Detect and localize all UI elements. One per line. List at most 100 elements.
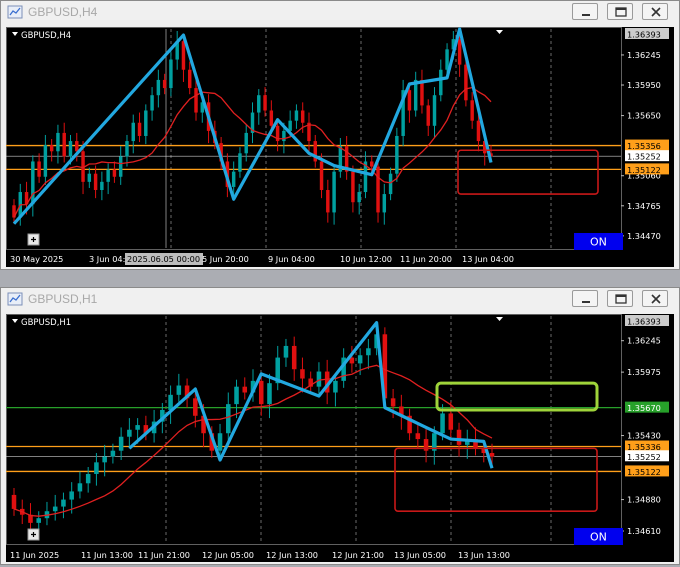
candle-body (366, 348, 371, 356)
time-axis-label: 12 Jun 21:00 (332, 550, 384, 560)
green-zone-rectangle[interactable] (435, 381, 599, 412)
price-axis-label: 1.35650 (627, 111, 661, 121)
candle-body (61, 499, 66, 507)
candle-body (258, 380, 264, 405)
candle-body (242, 386, 248, 393)
candle-body (333, 380, 338, 393)
time-axis-label: 11 Jun 13:00 (81, 550, 133, 560)
candle-body (395, 135, 399, 174)
chart-window-h1[interactable]: GBPUSD,H1 GBPUSD,H1 1.36245 1.35975 1.35430… (0, 287, 680, 565)
candle-body (234, 386, 239, 405)
minimize-button[interactable] (572, 3, 598, 20)
candle-body (162, 79, 167, 89)
red-zone-rectangle[interactable] (394, 447, 598, 513)
price-axis-label: 1.34610 (627, 526, 661, 536)
restore-button[interactable] (607, 290, 633, 307)
symbol-menu-icon[interactable] (12, 32, 18, 36)
candle-body (193, 398, 198, 416)
candle-body (263, 95, 267, 111)
candle-body (68, 141, 73, 157)
candle-body (282, 130, 286, 142)
chart-shift-marker-icon[interactable] (496, 30, 503, 34)
on-toggle-label: ON (590, 531, 607, 544)
candle-body (106, 169, 110, 182)
candle-body (238, 153, 242, 172)
candle-body (135, 425, 140, 430)
candle-body (169, 59, 173, 89)
candle-body (49, 145, 54, 152)
candle-body (102, 456, 107, 463)
candle-body (351, 171, 355, 203)
time-axis-label: 9 Jun 04:00 (268, 254, 315, 264)
time-axis-label: 12 Jun 13:00 (266, 550, 318, 560)
red-zone-rectangle[interactable] (457, 149, 599, 195)
candle-body (357, 355, 363, 364)
symbol-menu-icon[interactable] (12, 319, 18, 323)
window-title: GBPUSD,H4 (28, 5, 98, 19)
candle-body (440, 413, 445, 434)
candle-body (432, 95, 437, 126)
candle-body (118, 436, 124, 451)
candle-body (36, 518, 41, 523)
candle-body (319, 161, 324, 190)
time-axis-label: 30 May 2025 (10, 254, 63, 264)
candle-body (257, 95, 261, 113)
candle-body (464, 64, 468, 101)
time-axis-label: 2025.06.05 00:00 (127, 254, 200, 264)
candle-body (370, 161, 374, 167)
price-tag-label: 1.35122 (627, 165, 661, 175)
candle-body (448, 413, 454, 430)
chart-window-icon (7, 292, 23, 306)
time-axis-label: 13 Jun 04:00 (462, 254, 514, 264)
candle-body (445, 49, 449, 70)
chart-window-h4[interactable]: GBPUSD,H4 GBPUSD,H4 1.36245 1.35950 1.35650… (0, 0, 680, 270)
candle-body (357, 192, 361, 203)
candle-body (476, 120, 481, 142)
time-axis-label: 11 Jun 21:00 (138, 550, 190, 560)
chart-canvas-h1[interactable]: GBPUSD,H1 1.36245 1.35975 1.35430 1.34880 1.3… (6, 314, 674, 562)
candle-body (56, 132, 60, 152)
plot-frame (6, 314, 622, 545)
symbol-timeframe-label: GBPUSD,H1 (21, 318, 71, 328)
candle-body (390, 398, 396, 407)
candle-body (156, 79, 161, 96)
restore-button[interactable] (607, 3, 633, 20)
window-titlebar[interactable]: GBPUSD,H4 (1, 1, 679, 23)
candle-body (294, 110, 299, 121)
symbol-timeframe-label: GBPUSD,H4 (21, 31, 71, 41)
chart-canvas-h4[interactable]: GBPUSD,H4 1.36245 1.35950 1.35650 1.35060 1.3… (6, 27, 674, 267)
candle-body (150, 95, 154, 111)
candle-body (94, 462, 99, 474)
chart-shift-marker-icon[interactable] (496, 317, 503, 321)
plot-frame (6, 27, 622, 250)
candle-body (131, 122, 135, 142)
candle-body (69, 491, 74, 500)
candle-body (231, 171, 236, 187)
price-chart-h1[interactable]: GBPUSD,H1 1.36245 1.35975 1.35430 1.34880 1.3… (6, 314, 674, 562)
candle-body (62, 132, 66, 157)
candle-body (127, 429, 132, 437)
on-toggle-label: ON (590, 236, 607, 249)
price-tag-label: 1.35356 (627, 141, 661, 151)
price-axis-label: 1.36245 (627, 336, 661, 346)
close-button[interactable] (642, 290, 668, 307)
candle-body (470, 100, 474, 121)
time-axis-label: 13 Jun 05:00 (394, 550, 446, 560)
price-chart-h4[interactable]: GBPUSD,H41.362451.359501.356501.350601.3… (6, 27, 674, 267)
time-axis-label: 11 Jun 2025 (10, 550, 59, 560)
candle-body (244, 132, 248, 154)
candle-body (415, 433, 421, 440)
candle-body (332, 171, 336, 213)
price-axis-label: 1.35975 (627, 367, 661, 377)
window-titlebar[interactable]: GBPUSD,H1 (1, 288, 679, 310)
candle-body (125, 141, 129, 157)
candle-body (316, 371, 322, 387)
price-tag-label: 1.36393 (627, 317, 661, 327)
candle-body (43, 145, 48, 177)
candle-body (489, 453, 495, 457)
close-button[interactable] (642, 3, 668, 20)
candle-body (112, 169, 117, 177)
candle-body (87, 173, 92, 182)
candle-body (288, 120, 292, 131)
minimize-button[interactable] (572, 290, 598, 307)
